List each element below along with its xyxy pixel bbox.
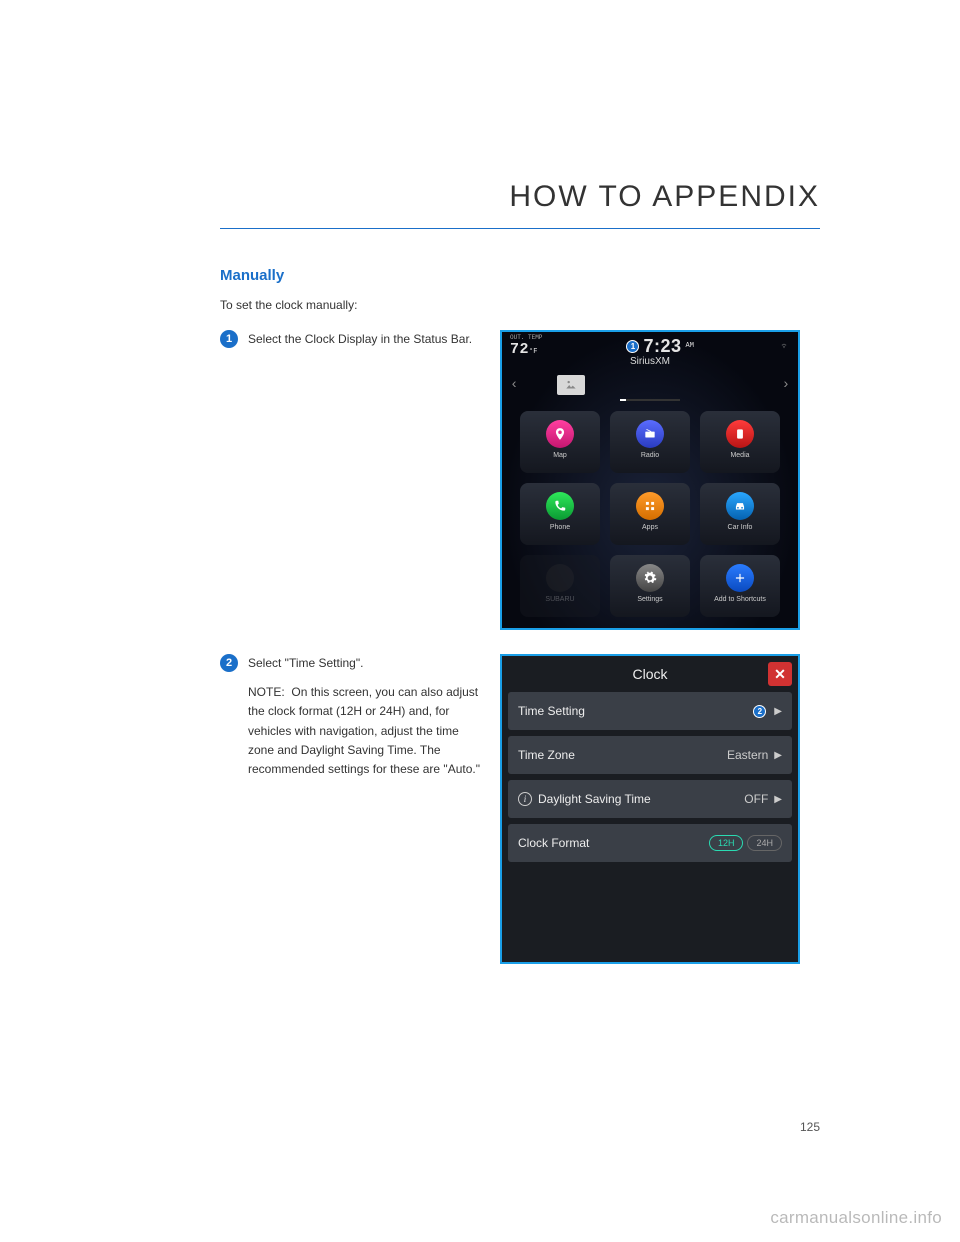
out-temp-label: OUT. TEMP — [510, 334, 542, 341]
app-map-label: Map — [553, 452, 567, 460]
clock-display[interactable]: 1 7:23 AM — [626, 336, 693, 357]
row-time-zone[interactable]: Time Zone Eastern ▶ — [508, 736, 792, 774]
subaru-icon — [546, 564, 574, 592]
info-icon[interactable]: i — [518, 792, 532, 806]
clock-settings-screenshot: Clock ✕ Time Setting 2 ▶ Time Zone Easte… — [500, 654, 800, 964]
app-add-shortcuts[interactable]: Add to Shortcuts — [700, 555, 780, 617]
app-car-info-label: Car Info — [728, 524, 753, 532]
car-info-icon — [726, 492, 754, 520]
chevron-right-icon: ▶ — [774, 794, 782, 805]
app-media-label: Media — [730, 452, 749, 460]
clock-time: 7:23 — [643, 336, 681, 357]
clock-format-toggle[interactable]: 12H 24H — [709, 835, 782, 851]
wifi-icon — [778, 340, 790, 353]
next-chevron-icon[interactable]: › — [782, 377, 790, 393]
app-settings[interactable]: Settings — [610, 555, 690, 617]
prev-chevron-icon[interactable]: ‹ — [510, 377, 518, 393]
app-radio-label: Radio — [641, 452, 659, 460]
row-clock-format-label: Clock Format — [518, 836, 709, 850]
row-time-setting[interactable]: Time Setting 2 ▶ — [508, 692, 792, 730]
row-time-setting-label: Time Setting — [518, 704, 753, 718]
app-radio[interactable]: Radio — [610, 411, 690, 473]
app-apps[interactable]: Apps — [610, 483, 690, 545]
app-map[interactable]: Map — [520, 411, 600, 473]
page-number: 125 — [800, 1120, 820, 1134]
app-settings-label: Settings — [637, 596, 662, 604]
step-1: 1 Select the Clock Display in the Status… — [220, 330, 820, 630]
step-1-badge: 1 — [220, 330, 238, 348]
row-time-zone-label: Time Zone — [518, 748, 727, 762]
outside-temp: 72 — [510, 341, 529, 358]
apps-icon — [636, 492, 664, 520]
note-label: NOTE: — [248, 685, 285, 699]
clock-panel-title: Clock — [632, 666, 667, 682]
temp-unit: °F — [529, 348, 537, 356]
chevron-right-icon: ▶ — [774, 706, 782, 717]
progress-bar[interactable] — [620, 399, 680, 401]
audio-source-label: SiriusXM — [502, 356, 798, 367]
row-time-zone-value: Eastern — [727, 748, 768, 762]
chevron-right-icon: ▶ — [774, 750, 782, 761]
clock-ampm: AM — [686, 342, 694, 350]
app-subaru-label: SUBARU — [545, 596, 574, 604]
home-screen-screenshot: OUT. TEMP 72°F 1 7:23 AM SiriusXM ‹ — [500, 330, 800, 630]
app-media[interactable]: Media — [700, 411, 780, 473]
watermark: carmanualsonline.info — [770, 1208, 942, 1228]
map-icon — [546, 420, 574, 448]
album-art-placeholder-icon — [557, 375, 585, 395]
gear-icon — [636, 564, 664, 592]
intro-text: To set the clock manually: — [220, 298, 820, 312]
close-button[interactable]: ✕ — [768, 662, 792, 686]
app-car-info[interactable]: Car Info — [700, 483, 780, 545]
radio-icon — [636, 420, 664, 448]
step-2-badge: 2 — [220, 654, 238, 672]
app-shortcuts-label: Add to Shortcuts — [714, 596, 766, 604]
format-12h-pill[interactable]: 12H — [709, 835, 744, 851]
app-phone[interactable]: Phone — [520, 483, 600, 545]
close-icon: ✕ — [774, 666, 786, 683]
plus-icon — [726, 564, 754, 592]
chapter-title: HOW TO APPENDIX — [220, 180, 820, 229]
clock-panel-header: Clock ✕ — [502, 656, 798, 692]
app-grid: Map Radio Media Phone Apps — [502, 405, 798, 617]
section-title: Manually — [220, 267, 820, 284]
format-24h-pill[interactable]: 24H — [747, 835, 782, 851]
row-dst[interactable]: i Daylight Saving Time OFF ▶ — [508, 780, 792, 818]
step-1-text: Select the Clock Display in the Status B… — [248, 330, 472, 630]
now-playing-row[interactable]: ‹ › — [502, 367, 798, 399]
app-subaru: SUBARU — [520, 555, 600, 617]
row-dst-value: OFF — [744, 792, 768, 806]
callout-2: 2 — [753, 705, 766, 718]
status-bar: OUT. TEMP 72°F 1 7:23 AM — [502, 332, 798, 358]
media-icon — [726, 420, 754, 448]
app-apps-label: Apps — [642, 524, 658, 532]
app-phone-label: Phone — [550, 524, 570, 532]
settings-list: Time Setting 2 ▶ Time Zone Eastern ▶ i D… — [502, 692, 798, 868]
step-2-text: Select "Time Setting". NOTE: On this scr… — [248, 654, 480, 964]
row-clock-format: Clock Format 12H 24H — [508, 824, 792, 862]
row-dst-label: Daylight Saving Time — [538, 792, 744, 806]
step-2: 2 Select "Time Setting". NOTE: On this s… — [220, 654, 820, 964]
step-2-instruction: Select "Time Setting". — [248, 654, 480, 673]
callout-1: 1 — [626, 340, 639, 353]
phone-icon — [546, 492, 574, 520]
